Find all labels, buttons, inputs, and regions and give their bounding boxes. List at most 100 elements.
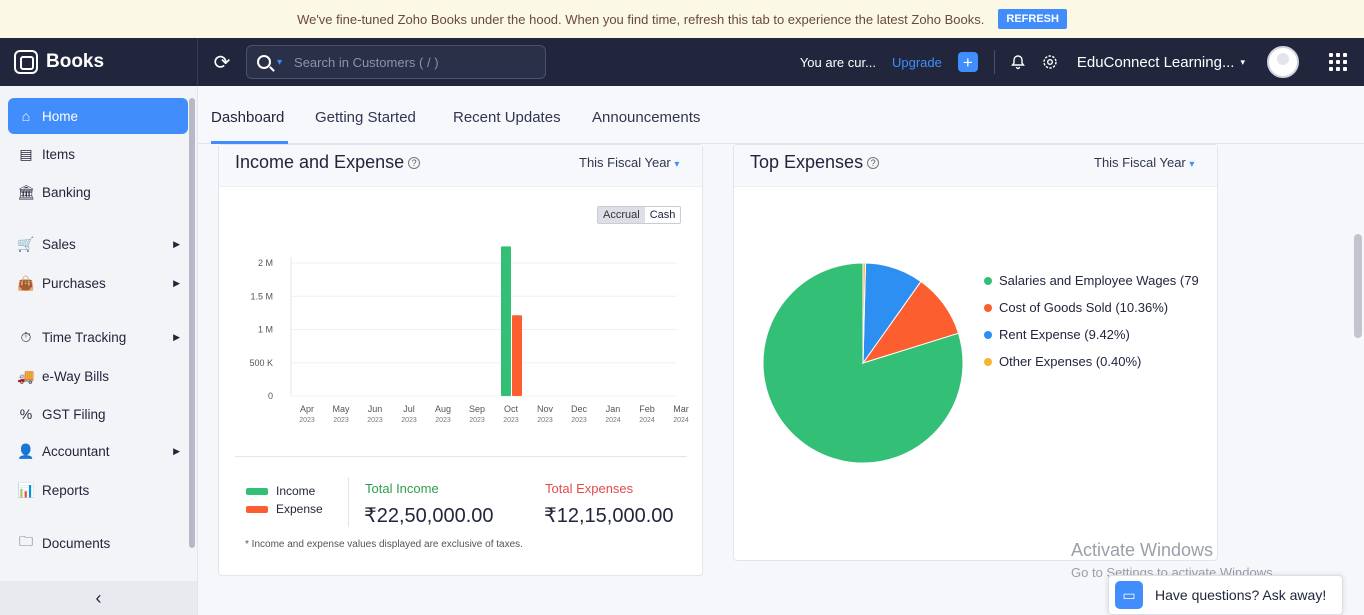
main-scrollbar[interactable] xyxy=(1354,234,1362,338)
period-selector[interactable]: This Fiscal Year ▾ xyxy=(1094,155,1194,170)
y-tick-label: 1 M xyxy=(258,325,273,335)
organization-switcher[interactable]: EduConnect Learning... ▾ xyxy=(1077,54,1245,71)
income-swatch xyxy=(246,487,268,495)
x-tick-label: Feb xyxy=(639,404,655,414)
sidebar-item-reports[interactable]: 📊 Reports xyxy=(8,472,188,508)
top-expenses-pie-chart xyxy=(762,262,964,464)
tab-getting-started[interactable]: Getting Started xyxy=(315,109,416,126)
bar-income[interactable] xyxy=(501,246,511,396)
x-tick-label: Apr xyxy=(300,404,314,414)
expense-swatch xyxy=(246,505,268,513)
accountant-icon: 👤 xyxy=(17,442,35,459)
sidebar-item-label: Documents xyxy=(42,535,111,551)
sidebar-item-time-tracking[interactable]: ⏱ Time Tracking ▶ xyxy=(8,319,188,355)
app-launcher-grid-icon[interactable] xyxy=(1329,53,1347,71)
cash-option[interactable]: Cash xyxy=(645,207,681,223)
sidebar-item-accountant[interactable]: 👤 Accountant ▶ xyxy=(8,433,188,469)
help-chat-widget[interactable]: ▭ Have questions? Ask away! xyxy=(1108,575,1343,615)
x-tick-year: 2023 xyxy=(367,417,383,424)
sidebar-item-documents[interactable]: 🗀 Documents xyxy=(8,525,188,561)
expand-arrow-icon: ▶ xyxy=(173,331,180,342)
sidebar-item-label: GST Filing xyxy=(42,406,106,422)
sidebar-item-label: Home xyxy=(42,108,79,124)
x-tick-year: 2023 xyxy=(333,417,349,424)
sidebar-item-label: Sales xyxy=(42,236,76,252)
bank-icon: 🏛 xyxy=(17,183,35,200)
x-tick-year: 2024 xyxy=(639,417,655,424)
chat-bubble-icon: ▭ xyxy=(1115,581,1143,609)
collapse-sidebar-chevron-icon[interactable]: ‹ xyxy=(0,581,197,615)
pie-legend: Salaries and Employee Wages (79 Cost of … xyxy=(984,271,1202,391)
sidebar-item-purchases[interactable]: 👜 Purchases ▶ xyxy=(8,265,188,301)
sidebar-item-gst-filing[interactable]: % GST Filing xyxy=(8,396,188,432)
total-expense-value: ₹12,15,000.00 xyxy=(544,505,674,527)
tab-announcements[interactable]: Announcements xyxy=(592,109,700,126)
sidebar-item-label: e-Way Bills xyxy=(42,368,110,384)
x-tick-year: 2023 xyxy=(435,417,451,424)
sidebar-item-label: Banking xyxy=(42,184,91,200)
card-title: Top Expenses? xyxy=(750,152,880,173)
legend-label: Expense xyxy=(276,502,323,516)
expand-arrow-icon: ▶ xyxy=(173,277,180,288)
legend-dot xyxy=(984,330,992,339)
chevron-down-icon: ▾ xyxy=(1240,56,1245,67)
percent-icon: % xyxy=(19,406,33,422)
total-expense-label: Total Expenses xyxy=(545,481,634,496)
refresh-button[interactable]: REFRESH xyxy=(998,9,1067,29)
x-tick-year: 2023 xyxy=(537,417,553,424)
income-expense-bar-chart: 0 500 K 1 M 1.5 M 2 M Apr 2023 May 2023 Jun 2023 Ju… xyxy=(249,246,689,424)
recent-history-icon[interactable]: ⟳ xyxy=(198,50,246,75)
search-bar[interactable]: ▾ xyxy=(246,45,546,79)
chevron-down-icon: ▾ xyxy=(674,159,680,170)
bar-expense[interactable] xyxy=(512,315,522,396)
tab-recent-updates[interactable]: Recent Updates xyxy=(453,109,561,126)
accrual-option[interactable]: Accrual xyxy=(598,207,645,223)
x-tick-year: 2023 xyxy=(401,417,417,424)
legend-dot xyxy=(984,357,992,366)
legend-expense: Expense xyxy=(246,502,323,516)
books-logo-icon xyxy=(14,50,38,74)
notification-bell-icon[interactable] xyxy=(1009,53,1027,71)
legend-label: Salaries and Employee Wages (79 xyxy=(999,273,1199,288)
help-icon[interactable]: ? xyxy=(867,157,880,169)
reports-icon: 📊 xyxy=(17,481,35,498)
app-brand[interactable]: Books xyxy=(0,38,198,86)
legend-label: Other Expenses (0.40%) xyxy=(999,354,1142,369)
sidebar-scrollbar[interactable] xyxy=(189,98,195,548)
search-scope-chevron-icon[interactable]: ▾ xyxy=(277,57,282,68)
user-avatar[interactable] xyxy=(1267,46,1299,78)
x-tick-label: May xyxy=(332,404,350,414)
card-title: Income and Expense? xyxy=(235,152,421,173)
x-tick-label: Sep xyxy=(469,404,485,414)
quick-create-plus-icon[interactable]: + xyxy=(957,52,978,72)
folder-icon: 🗀 xyxy=(19,533,33,549)
divider xyxy=(235,456,687,457)
bag-icon: 👜 xyxy=(17,274,35,291)
sidebar-item-items[interactable]: ▤ Items xyxy=(8,136,188,172)
search-icon[interactable] xyxy=(257,55,271,69)
y-tick-label: 2 M xyxy=(258,258,273,268)
help-chat-label: Have questions? Ask away! xyxy=(1155,587,1327,603)
y-tick-label: 1.5 M xyxy=(250,291,273,301)
accrual-cash-toggle[interactable]: Accrual Cash xyxy=(597,206,682,224)
settings-gear-icon[interactable] xyxy=(1041,53,1059,71)
period-selector[interactable]: This Fiscal Year ▾ xyxy=(579,155,679,170)
pie-legend-item: Rent Expense (9.42%) xyxy=(984,327,1130,342)
x-tick-label: Aug xyxy=(435,404,451,414)
x-tick-label: Mar xyxy=(673,404,689,414)
trial-status-text[interactable]: You are cur... xyxy=(800,55,876,70)
legend-label: Income xyxy=(276,484,316,498)
sidebar-item-sales[interactable]: 🛒 Sales ▶ xyxy=(8,226,188,262)
sidebar-item-label: Items xyxy=(42,146,76,162)
sidebar-item-home[interactable]: ⌂ Home xyxy=(8,98,188,134)
help-icon[interactable]: ? xyxy=(408,157,421,169)
tab-dashboard[interactable]: Dashboard xyxy=(211,109,284,126)
sidebar-item-label: Purchases xyxy=(42,275,106,291)
sidebar-item-eway-bills[interactable]: 🚚 e-Way Bills xyxy=(8,358,188,394)
upgrade-link[interactable]: Upgrade xyxy=(892,55,942,70)
sidebar-item-label: Time Tracking xyxy=(42,329,127,345)
search-input[interactable] xyxy=(294,54,515,70)
app-name: Books xyxy=(46,51,105,72)
sidebar-item-banking[interactable]: 🏛 Banking xyxy=(8,174,188,210)
x-tick-year: 2023 xyxy=(571,417,587,424)
